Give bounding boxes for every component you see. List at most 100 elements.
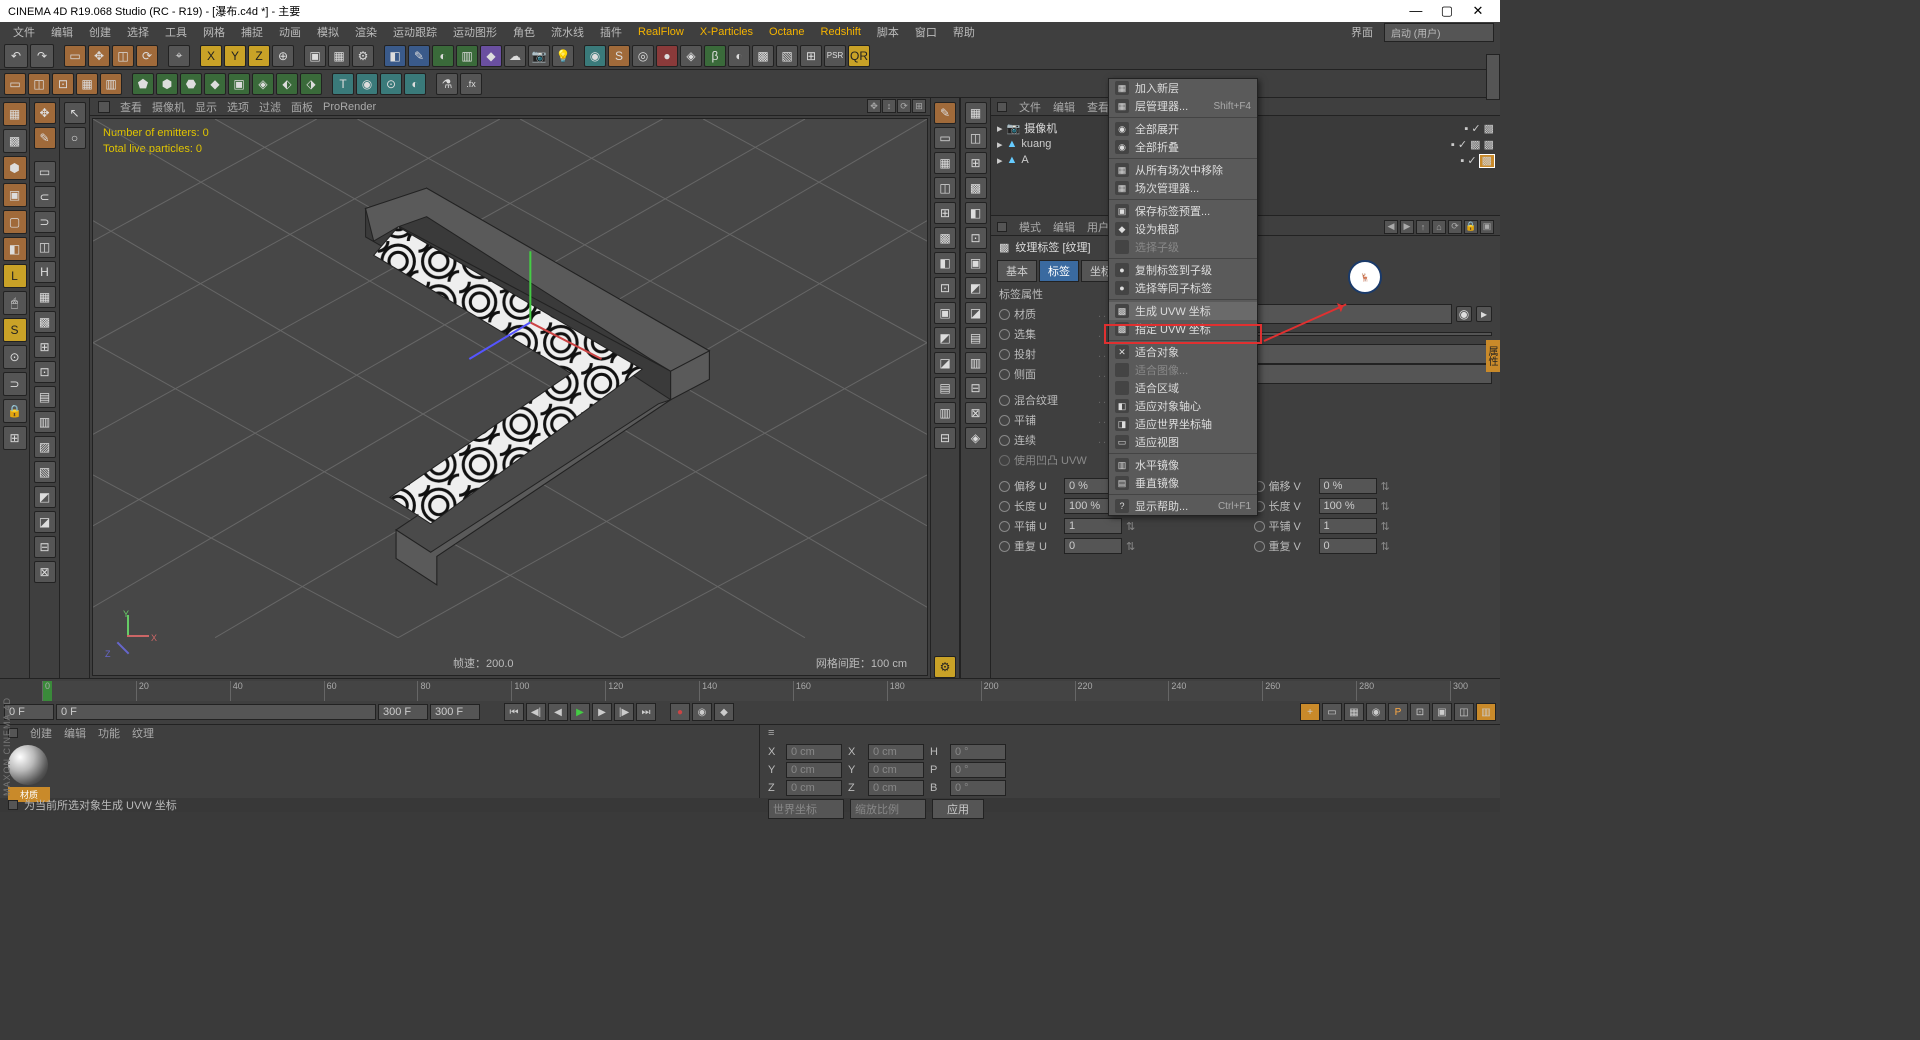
offset-v-field[interactable]: 0 %: [1319, 478, 1377, 494]
t2-4-icon[interactable]: ▦: [76, 73, 98, 95]
attr-nav-sync-icon[interactable]: ⟳: [1448, 220, 1462, 234]
menu-window[interactable]: 窗口: [908, 22, 944, 42]
tl-next-icon[interactable]: ▶: [592, 703, 612, 721]
side-tab-attr[interactable]: 属性: [1486, 340, 1500, 372]
lp2-t9-icon[interactable]: ⊡: [34, 361, 56, 383]
ctx-item[interactable]: ▤垂直镜像: [1109, 474, 1257, 492]
menu-mesh[interactable]: 网格: [196, 22, 232, 42]
lp2-t15-icon[interactable]: ◪: [34, 511, 56, 533]
ctx-item[interactable]: ▦加入新层: [1109, 79, 1257, 97]
t2-2-icon[interactable]: ◫: [28, 73, 50, 95]
rp2-8-icon[interactable]: ◩: [965, 277, 987, 299]
lp2-t10-icon[interactable]: ▤: [34, 386, 56, 408]
attr-mode[interactable]: 模式: [1019, 219, 1041, 235]
menu-realflow[interactable]: RealFlow: [631, 24, 691, 40]
axis-x-icon[interactable]: X: [200, 45, 222, 67]
rp2-1-icon[interactable]: ▦: [965, 102, 987, 124]
coord-apply-button[interactable]: 应用: [932, 799, 984, 819]
attr-tab-tag[interactable]: 标签: [1039, 260, 1079, 282]
om-grip-icon[interactable]: [997, 102, 1007, 112]
rp2-6-icon[interactable]: ⊡: [965, 227, 987, 249]
rad-side[interactable]: [999, 369, 1010, 380]
lp2-brush-icon[interactable]: ✎: [34, 127, 56, 149]
lp2-t6-icon[interactable]: ▦: [34, 286, 56, 308]
length-v-field[interactable]: 100 %: [1319, 498, 1377, 514]
ctx-item[interactable]: ◉全部展开: [1109, 120, 1257, 138]
siz-y[interactable]: 0 cm: [868, 762, 924, 778]
rp2-7-icon[interactable]: ▣: [965, 252, 987, 274]
attr-grip-icon[interactable]: [997, 222, 1007, 232]
scale-tool-icon[interactable]: ◫: [112, 45, 134, 67]
tile-v-field[interactable]: 1: [1319, 518, 1377, 534]
tl-b6-icon[interactable]: ⊡: [1410, 703, 1430, 721]
ctx-item[interactable]: ◧适应对象轴心: [1109, 397, 1257, 415]
viewport-3d[interactable]: Number of emitters: 0 Total live particl…: [92, 118, 928, 676]
menu-char[interactable]: 角色: [506, 22, 542, 42]
t2-12-icon[interactable]: ⬖: [276, 73, 298, 95]
rad-mix[interactable]: [999, 395, 1010, 406]
rp-13-icon[interactable]: ▥: [934, 402, 956, 424]
tl-b7-icon[interactable]: ▣: [1432, 703, 1452, 721]
rp-12-icon[interactable]: ▤: [934, 377, 956, 399]
lp-grid-icon[interactable]: ⊞: [3, 426, 27, 450]
tl-b2-icon[interactable]: ▭: [1322, 703, 1342, 721]
ctx-item[interactable]: ▭适应视图: [1109, 433, 1257, 451]
plugin7-icon[interactable]: ◐: [728, 45, 750, 67]
rad-tilu[interactable]: [999, 521, 1010, 532]
attr-edit[interactable]: 编辑: [1053, 219, 1075, 235]
nurbs-icon[interactable]: ◐: [432, 45, 454, 67]
repeat-v-field[interactable]: 0: [1319, 538, 1377, 554]
coord-grip-icon[interactable]: ≡: [768, 727, 774, 739]
menu-tools[interactable]: 工具: [158, 22, 194, 42]
ctx-item[interactable]: ▦场次管理器...: [1109, 179, 1257, 197]
timeline-ruler[interactable]: 0204060801001201401601802002202402602803…: [42, 681, 1450, 701]
plugin1-icon[interactable]: ◉: [584, 45, 606, 67]
lp-lock-icon[interactable]: 🔒: [3, 399, 27, 423]
rad-tile[interactable]: [999, 415, 1010, 426]
rp-4-icon[interactable]: ◫: [934, 177, 956, 199]
side-tab-1[interactable]: [1486, 54, 1500, 100]
axis-y-icon[interactable]: Y: [224, 45, 246, 67]
om-edit[interactable]: 编辑: [1053, 99, 1075, 115]
rot-h[interactable]: 0 °: [950, 744, 1006, 760]
axis-z-icon[interactable]: Z: [248, 45, 270, 67]
menu-sim[interactable]: 模拟: [310, 22, 346, 42]
rp2-14-icon[interactable]: ◈: [965, 427, 987, 449]
vp-tab-view[interactable]: 查看: [120, 99, 142, 115]
tl-b1-icon[interactable]: +: [1300, 703, 1320, 721]
mat-func[interactable]: 功能: [98, 725, 120, 741]
ctx-item[interactable]: ▣保存标签预置...: [1109, 202, 1257, 220]
lp-solid-icon[interactable]: ▣: [3, 183, 27, 207]
generator-icon[interactable]: ▥: [456, 45, 478, 67]
render-view-icon[interactable]: ▣: [304, 45, 326, 67]
vp-grip-icon[interactable]: [98, 101, 110, 113]
lp-box-icon[interactable]: ◧: [3, 237, 27, 261]
lp-checker-icon[interactable]: ▩: [3, 129, 27, 153]
lp-s-icon[interactable]: S: [3, 318, 27, 342]
prev-tool-icon[interactable]: ⌖: [168, 45, 190, 67]
rad-tilv[interactable]: [1254, 521, 1265, 532]
lp-hex-icon[interactable]: ⬢: [3, 156, 27, 180]
attr-nav-fwd-icon[interactable]: ▶: [1400, 220, 1414, 234]
t2-7-icon[interactable]: ⬢: [156, 73, 178, 95]
siz-z[interactable]: 0 cm: [868, 780, 924, 796]
close-button[interactable]: ✕: [1464, 3, 1492, 19]
material-arrow-icon[interactable]: ▸: [1476, 306, 1492, 322]
menu-help[interactable]: 帮助: [946, 22, 982, 42]
t2-10-icon[interactable]: ▣: [228, 73, 250, 95]
ctx-item[interactable]: ▩指定 UVW 坐标: [1109, 320, 1257, 338]
tl-last-icon[interactable]: ⏭: [636, 703, 656, 721]
rp-14-icon[interactable]: ⊟: [934, 427, 956, 449]
rp-3-icon[interactable]: ▦: [934, 152, 956, 174]
vp-nav2-icon[interactable]: ↕: [882, 99, 896, 113]
lp-magnet-icon[interactable]: ⊃: [3, 372, 27, 396]
menu-edit[interactable]: 编辑: [44, 22, 80, 42]
redo-icon[interactable]: ↷: [30, 44, 54, 68]
lp2-t5-icon[interactable]: H: [34, 261, 56, 283]
ctx-item[interactable]: ✕适合对象: [1109, 343, 1257, 361]
attr-nav-lock-icon[interactable]: 🔒: [1464, 220, 1478, 234]
tl-autokey-icon[interactable]: ◉: [692, 703, 712, 721]
menu-redshift[interactable]: Redshift: [814, 24, 868, 40]
ctx-item[interactable]: ●复制标签到子级: [1109, 261, 1257, 279]
attr-nav-back-icon[interactable]: ◀: [1384, 220, 1398, 234]
